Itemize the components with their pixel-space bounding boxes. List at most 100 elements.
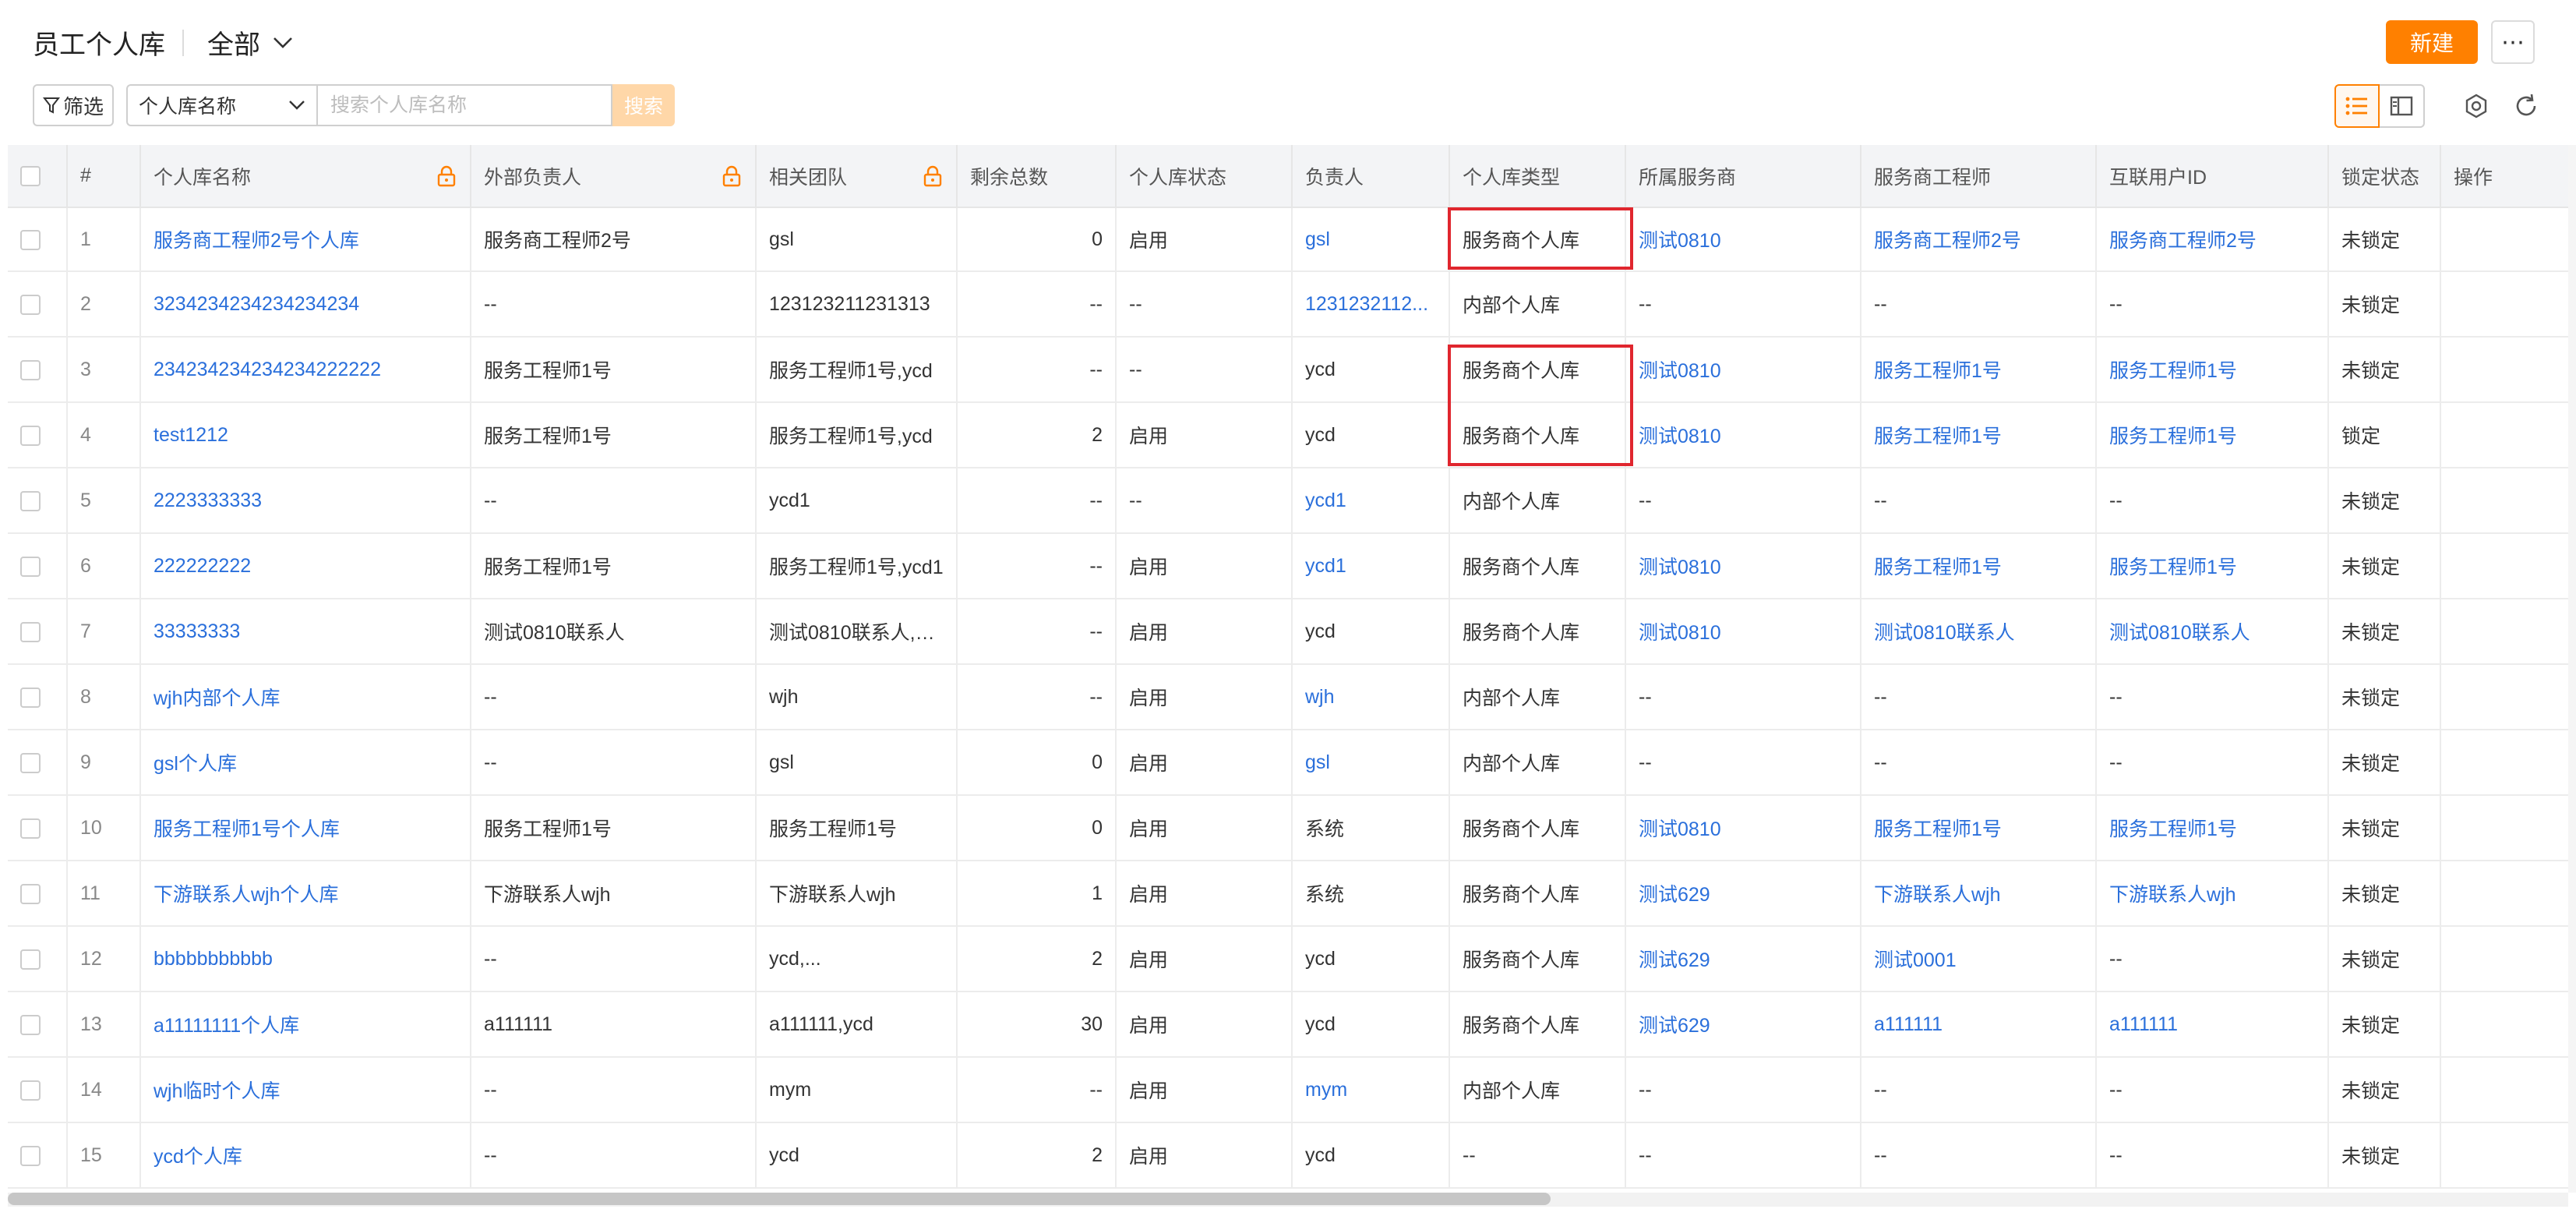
row-checkbox[interactable] (20, 490, 41, 511)
library-name-cell-text[interactable]: a11111111个人库 (154, 1015, 299, 1037)
engineer-cell-text[interactable]: a111111 (1874, 1013, 1943, 1035)
column-header-external-owner[interactable]: 外部负责人 (471, 145, 757, 208)
table-row[interactable]: 13 a11111111个人库 a111111 a111111,ycd 30 启用 ycd 服… (8, 992, 2568, 1058)
horizontal-scrollbar[interactable] (8, 1193, 1551, 1205)
row-checkbox[interactable] (20, 1014, 41, 1035)
library-name-cell-text[interactable]: bbbbbbbbbbb (154, 948, 273, 970)
engineer-cell-text[interactable]: 测试0001 (1874, 949, 1957, 971)
owner-cell-text[interactable]: ycd1 (1305, 490, 1346, 511)
column-header-user-id[interactable]: 互联用户ID (2096, 145, 2329, 208)
column-header-remaining[interactable]: 剩余总数 (957, 145, 1117, 208)
column-header-team[interactable]: 相关团队 (756, 145, 958, 208)
scope-dropdown[interactable]: 全部 (207, 23, 293, 62)
owner-cell-text[interactable]: gsl (1305, 751, 1330, 773)
provider-cell-text[interactable]: 测试629 (1639, 884, 1710, 906)
list-view-toggle[interactable] (2334, 84, 2380, 128)
table-row[interactable]: 11 下游联系人wjh个人库 下游联系人wjh 下游联系人wjh 1 启用 系统 服务商个人库… (8, 861, 2568, 927)
column-header-owner[interactable]: 负责人 (1292, 145, 1450, 208)
owner-cell-text[interactable]: 1231232112... (1305, 293, 1428, 315)
user-id-cell-text[interactable]: 服务工程师1号 (2109, 818, 2237, 840)
table-row[interactable]: 9 gsl个人库 -- gsl 0 启用 gsl 内部个人库 -- -- -- 未锁定 (8, 730, 2568, 796)
more-button[interactable]: ⋯ (2491, 20, 2535, 64)
table-row[interactable]: 3 234234234234234222222 服务工程师1号 服务工程师1号,ycd… (8, 337, 2568, 403)
engineer-cell-text[interactable]: 服务工程师1号 (1874, 818, 2002, 840)
refresh-button[interactable] (2511, 90, 2542, 122)
new-button[interactable]: 新建 (2386, 20, 2478, 64)
owner-cell-text[interactable]: mym (1305, 1079, 1347, 1101)
column-header-status[interactable]: 个人库状态 (1116, 145, 1293, 208)
column-header-name[interactable]: 个人库名称 (140, 145, 471, 208)
owner-cell-text[interactable]: ycd1 (1305, 555, 1346, 577)
library-name-cell-text[interactable]: 33333333 (154, 620, 240, 642)
user-id-cell-text[interactable]: 服务商工程师2号 (2109, 230, 2257, 252)
search-button[interactable]: 搜索 (612, 84, 675, 126)
provider-cell-text[interactable]: 测试0810 (1639, 622, 1721, 644)
column-header-lock[interactable]: 锁定状态 (2328, 145, 2441, 208)
user-id-cell-text[interactable]: 下游联系人wjh (2109, 884, 2236, 906)
row-checkbox[interactable] (20, 1145, 41, 1166)
row-checkbox[interactable] (20, 294, 41, 315)
engineer-cell-text[interactable]: 下游联系人wjh (1874, 884, 2001, 906)
table-row[interactable]: 15 ycd个人库 -- ycd 2 启用 ycd -- -- -- -- 未锁定 (8, 1122, 2568, 1189)
user-id-cell-text[interactable]: a111111 (2109, 1013, 2178, 1035)
library-name-cell-text[interactable]: 3234234234234234234 (154, 293, 359, 315)
library-name-cell-text[interactable]: wjh内部个人库 (154, 688, 281, 709)
search-field-select[interactable]: 个人库名称 (126, 84, 316, 126)
owner-cell-text[interactable]: gsl (1305, 228, 1330, 250)
library-name-cell-text[interactable]: test1212 (154, 424, 228, 446)
engineer-cell-text[interactable]: 服务工程师1号 (1874, 360, 2002, 382)
library-name-cell-text[interactable]: 下游联系人wjh个人库 (154, 884, 339, 906)
search-input[interactable] (316, 84, 612, 126)
table-row[interactable]: 10 服务工程师1号个人库 服务工程师1号 服务工程师1号 0 启用 系统 服务商个人库 测试0… (8, 795, 2568, 861)
engineer-cell-text[interactable]: 服务商工程师2号 (1874, 230, 2021, 252)
table-row[interactable]: 1 服务商工程师2号个人库 服务商工程师2号 gsl 0 启用 gsl 服务商个人库 测试081… (8, 207, 2568, 272)
filter-button[interactable]: 筛选 (33, 84, 114, 126)
column-header-engineer[interactable]: 服务商工程师 (1861, 145, 2097, 208)
table-row[interactable]: 14 wjh临时个人库 -- mym -- 启用 mym 内部个人库 -- -- -- 未锁定 (8, 1057, 2568, 1123)
row-checkbox[interactable] (20, 883, 41, 904)
user-id-cell-text[interactable]: 测试0810联系人 (2109, 622, 2250, 644)
row-checkbox[interactable] (20, 949, 41, 970)
provider-cell-text[interactable]: 测试0810 (1639, 360, 1721, 382)
row-checkbox[interactable] (20, 1080, 41, 1101)
provider-cell-text[interactable]: 测试0810 (1639, 426, 1721, 447)
provider-cell-text[interactable]: 测试629 (1639, 949, 1710, 971)
library-name-cell-text[interactable]: 222222222 (154, 555, 251, 577)
user-id-cell-text[interactable]: 服务工程师1号 (2109, 426, 2237, 447)
library-name-cell-text[interactable]: 2223333333 (154, 490, 262, 511)
provider-cell-text[interactable]: 测试0810 (1639, 230, 1721, 252)
row-checkbox[interactable] (20, 229, 41, 250)
table-row[interactable]: 6 222222222 服务工程师1号 服务工程师1号,ycd1 -- 启用 ycd1 服务商… (8, 533, 2568, 599)
row-checkbox[interactable] (20, 687, 41, 708)
owner-cell-text[interactable]: wjh (1305, 686, 1335, 708)
provider-cell-text[interactable]: 测试0810 (1639, 557, 1721, 578)
table-row[interactable]: 7 33333333 测试0810联系人 测试0810联系人,ycd -- 启用 ycd 服务… (8, 599, 2568, 665)
row-checkbox[interactable] (20, 818, 41, 839)
engineer-cell-text[interactable]: 服务工程师1号 (1874, 557, 2002, 578)
engineer-cell-text[interactable]: 测试0810联系人 (1874, 622, 2015, 644)
library-name-cell-text[interactable]: 234234234234234222222 (154, 359, 381, 380)
settings-button[interactable] (2461, 90, 2492, 122)
table-row[interactable]: 5 2223333333 -- ycd1 -- -- ycd1 内部个人库 -- -- -- 未锁定 (8, 468, 2568, 534)
user-id-cell-text[interactable]: 服务工程师1号 (2109, 557, 2237, 578)
row-checkbox[interactable] (20, 425, 41, 446)
split-view-toggle[interactable] (2380, 84, 2425, 128)
table-row[interactable]: 8 wjh内部个人库 -- wjh -- 启用 wjh 内部个人库 -- -- -- 未锁定 (8, 664, 2568, 730)
library-name-cell-text[interactable]: 服务工程师1号个人库 (154, 818, 340, 840)
column-header-provider[interactable]: 所属服务商 (1625, 145, 1861, 208)
select-all-checkbox[interactable] (20, 166, 41, 187)
provider-cell-text[interactable]: 测试0810 (1639, 818, 1721, 840)
user-id-cell-text[interactable]: 服务工程师1号 (2109, 360, 2237, 382)
provider-cell-text[interactable]: 测试629 (1639, 1015, 1710, 1037)
library-name-cell-text[interactable]: wjh临时个人库 (154, 1080, 281, 1102)
table-row[interactable]: 2 3234234234234234234 -- 123123211231313 -- -… (8, 271, 2568, 338)
table-row[interactable]: 4 test1212 服务工程师1号 服务工程师1号,ycd 2 启用 ycd 服务商个人库 测… (8, 402, 2568, 468)
library-name-cell-text[interactable]: gsl个人库 (154, 753, 237, 775)
row-checkbox[interactable] (20, 621, 41, 642)
library-name-cell-text[interactable]: 服务商工程师2号个人库 (154, 230, 359, 252)
row-checkbox[interactable] (20, 359, 41, 380)
table-row[interactable]: 12 bbbbbbbbbbb -- ycd,... 2 启用 ycd 服务商个人库 测试629 测… (8, 926, 2568, 992)
library-name-cell-text[interactable]: ycd个人库 (154, 1146, 242, 1168)
column-header-type[interactable]: 个人库类型 (1449, 145, 1626, 208)
row-checkbox[interactable] (20, 556, 41, 577)
